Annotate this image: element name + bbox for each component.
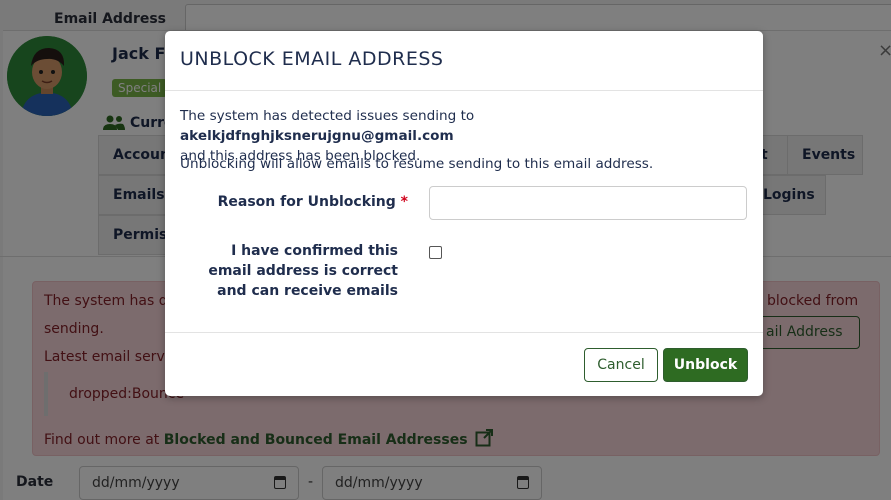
- divider: [165, 332, 763, 333]
- confirm-checkbox[interactable]: [429, 246, 442, 259]
- reason-label: Reason for Unblocking *: [165, 194, 408, 210]
- unblock-info-message: Unblocking will allow emails to resume s…: [180, 156, 654, 172]
- modal-title: UNBLOCK EMAIL ADDRESS: [180, 48, 444, 70]
- message-prefix: The system has detected issues sending t…: [180, 108, 475, 124]
- unblock-email-modal: UNBLOCK EMAIL ADDRESS The system has det…: [165, 31, 763, 396]
- unblock-button[interactable]: Unblock: [663, 348, 748, 382]
- cancel-button[interactable]: Cancel: [584, 348, 658, 382]
- blocked-email: akelkjdfnghjksnerujgnu@gmail.com: [180, 128, 454, 144]
- confirm-label: I have confirmed this email address is c…: [208, 243, 398, 299]
- required-marker: *: [400, 194, 408, 210]
- reason-label-text: Reason for Unblocking: [217, 194, 396, 210]
- reason-input[interactable]: [429, 186, 747, 220]
- divider: [165, 90, 763, 91]
